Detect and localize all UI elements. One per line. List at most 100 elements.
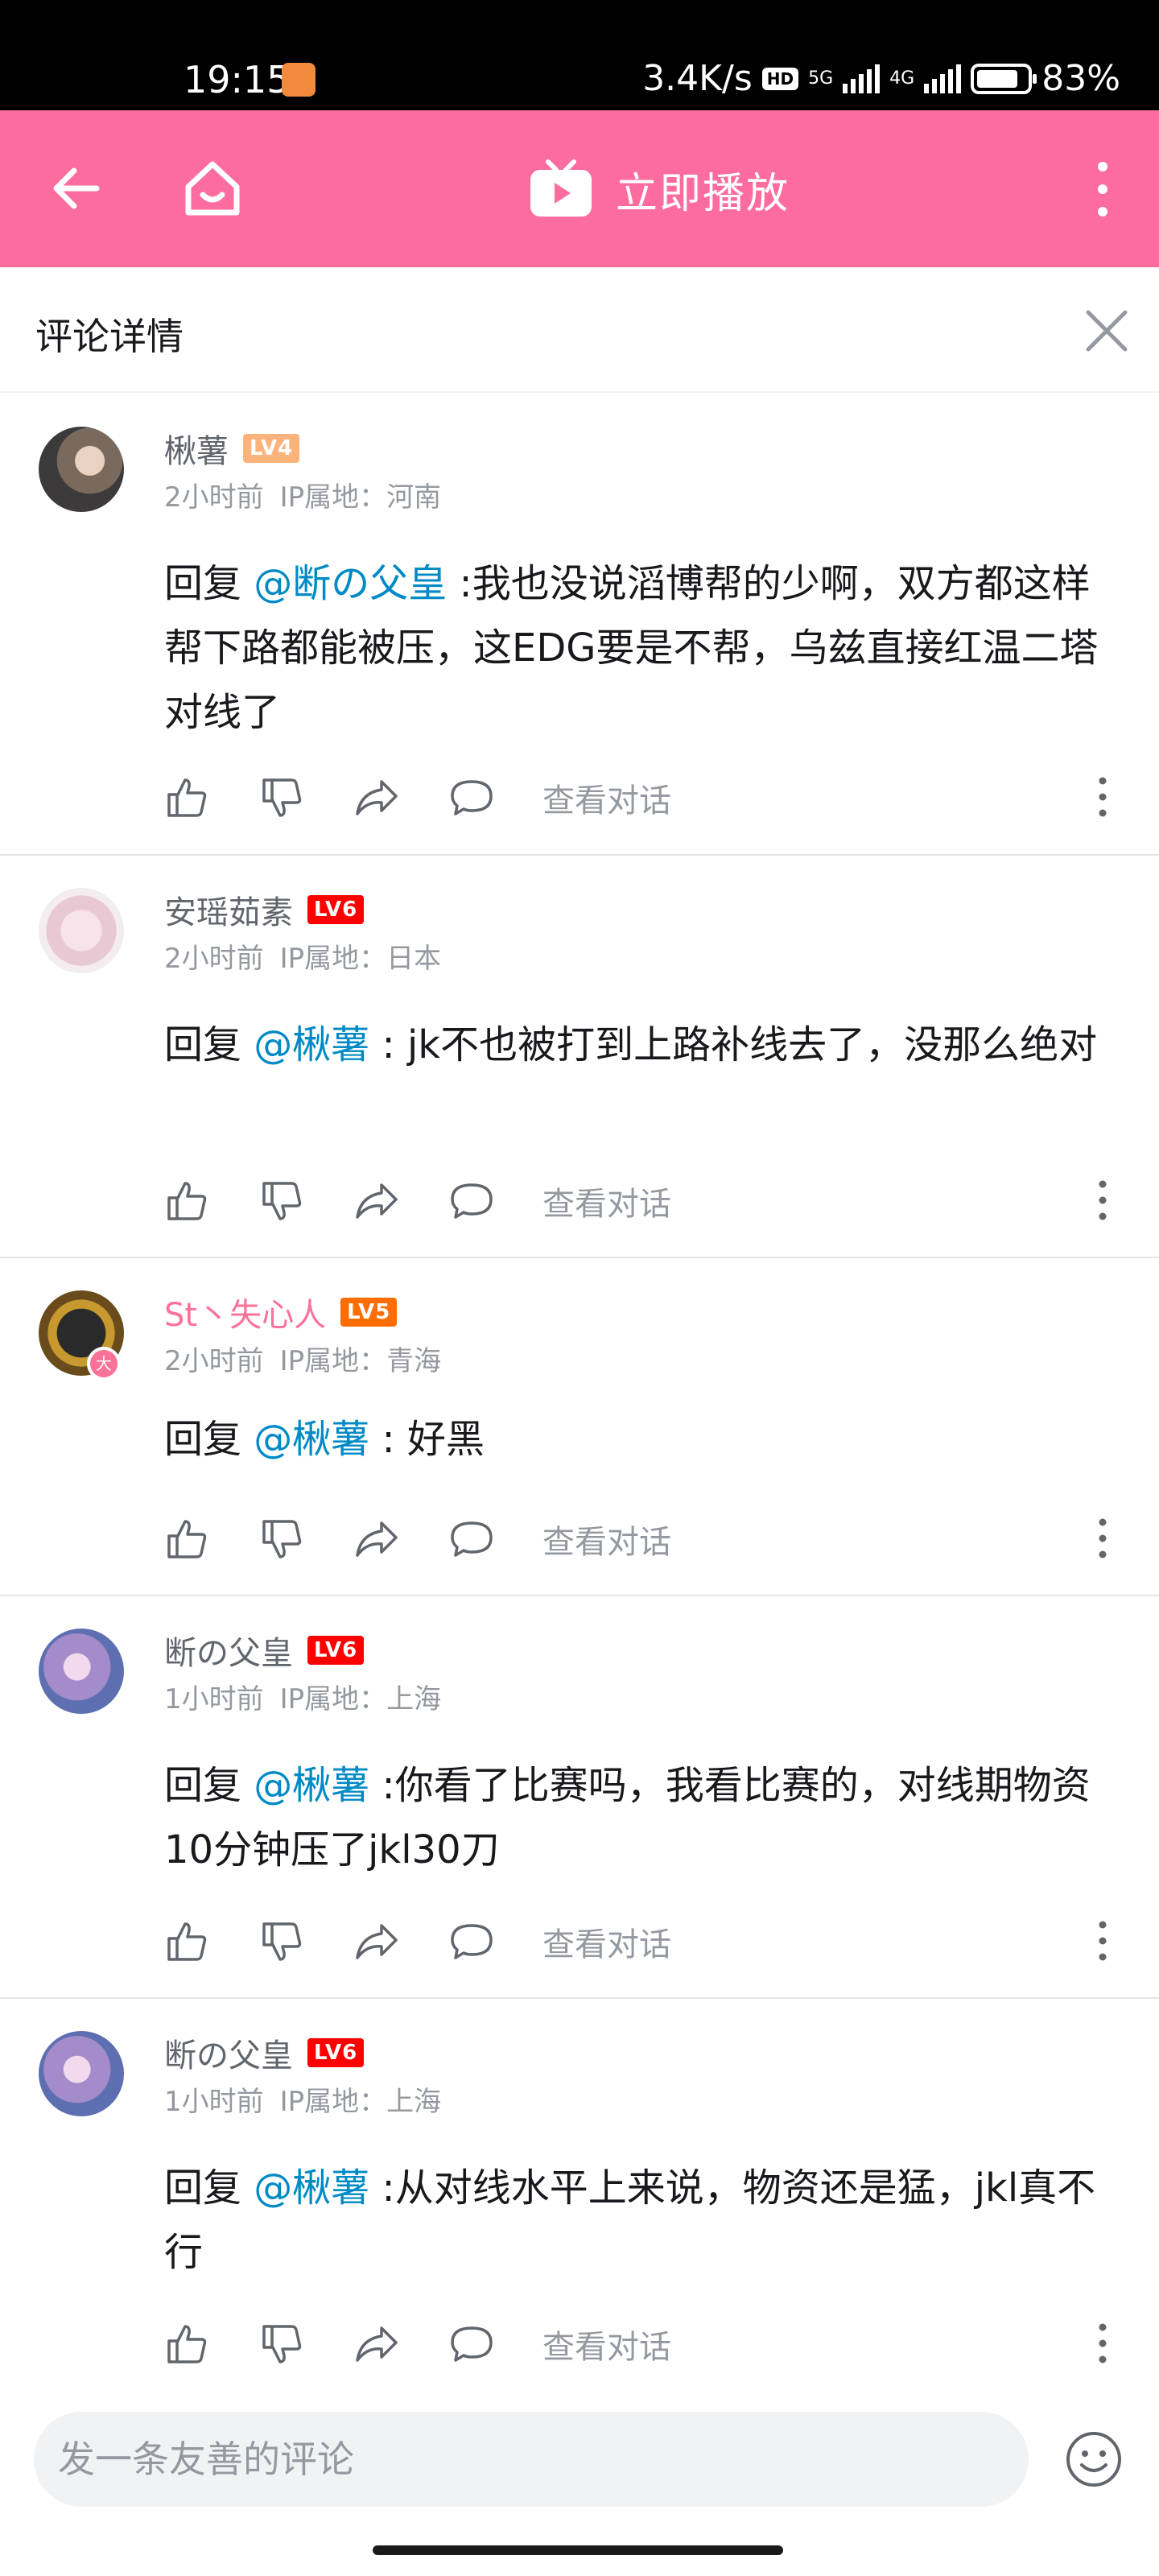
reply-button[interactable] [449,1517,494,1562]
share-button[interactable] [354,1919,399,1964]
comment-actions: 查看对话 [164,1918,671,1965]
ip-location: IP属地：上海 [279,1683,442,1715]
like-button[interactable] [164,1919,209,1964]
share-button[interactable] [354,775,399,820]
mention-link[interactable]: @楸薯 [254,1763,369,1808]
share-icon [356,1183,398,1219]
close-button[interactable] [1079,303,1135,362]
vip-badge: 大 [87,1347,121,1381]
view-dialog-link[interactable]: 查看对话 [542,1918,671,1965]
like-button[interactable] [164,1517,209,1562]
thumbs-up-icon [167,778,207,817]
mention-link[interactable]: @楸薯 [254,2165,369,2211]
like-button[interactable] [164,775,209,820]
mention-link[interactable]: @楸薯 [254,1022,369,1067]
more-vertical-icon [1099,1518,1107,1558]
reply-button[interactable] [449,2322,494,2367]
more-vertical-icon [1099,1180,1107,1220]
reply-button[interactable] [449,1919,494,1964]
comment-actions: 查看对话 [164,2321,671,2368]
comment-time: 1小时前 [164,2086,264,2118]
comment-more-button[interactable] [1092,774,1113,819]
username[interactable]: 楸薯 [164,425,229,472]
comment-item: 断の父皇 LV6 1小时前 IP属地：上海 回复 @楸薯 :你看了比赛吗，我看比赛… [0,1596,1159,1999]
comment-more-button[interactable] [1092,1918,1113,1963]
like-button[interactable] [164,2322,209,2367]
username[interactable]: St丶失心人 [164,1289,326,1335]
comment-actions: 查看对话 [164,1178,671,1224]
home-button[interactable] [179,155,246,222]
username[interactable]: 安瑶茹素 [164,886,293,933]
view-dialog-link[interactable]: 查看对话 [542,774,671,821]
level-badge: LV6 [307,2038,365,2067]
battery-percent: 83% [1041,58,1120,99]
emoji-icon [1066,2432,1121,2487]
dislike-button[interactable] [259,775,304,820]
top-bar: 立即播放 [0,110,1159,267]
comment-content: 回复 @楸薯 : 好黑 [164,1407,1114,1472]
share-icon [356,780,398,815]
avatar[interactable] [39,888,124,973]
more-vertical-icon [1099,1921,1107,1961]
play-now-button[interactable]: 立即播放 [527,159,790,220]
view-dialog-link[interactable]: 查看对话 [542,1178,671,1224]
share-icon [356,1521,398,1557]
view-dialog-link[interactable]: 查看对话 [542,2321,671,2368]
back-button[interactable] [48,160,105,217]
comment-input[interactable] [34,2412,1029,2507]
thumbs-up-icon [167,1182,207,1220]
dislike-button[interactable] [259,1517,304,1562]
comment-icon [451,1521,493,1557]
reply-button[interactable] [449,775,494,820]
dislike-button[interactable] [259,1179,304,1224]
battery-icon [971,63,1037,94]
level-badge: LV6 [307,895,365,924]
more-vertical-icon [1099,2323,1107,2363]
play-now-label: 立即播放 [616,169,790,218]
avatar[interactable] [39,2031,124,2116]
dislike-button[interactable] [259,1919,304,1964]
comment-meta: 2小时前 IP属地：青海 [164,1339,441,1378]
comment-icon [451,780,493,815]
share-button[interactable] [354,2322,399,2367]
like-button[interactable] [164,1179,209,1224]
level-badge: LV4 [243,434,300,463]
comment-time: 2小时前 [164,1345,264,1377]
reply-prefix: 回复 [164,1763,254,1808]
signal-icon [843,64,881,93]
ip-location: IP属地：日本 [279,943,442,975]
reply-button[interactable] [449,1179,494,1224]
share-icon [356,1924,398,1959]
share-button[interactable] [354,1517,399,1562]
comment-meta: 1小时前 IP属地：上海 [164,2079,441,2119]
avatar[interactable] [39,1629,124,1714]
username[interactable]: 断の父皇 [164,1627,293,1674]
mention-link[interactable]: @楸薯 [254,1417,369,1462]
page-title: 评论详情 [35,315,184,358]
view-dialog-link[interactable]: 查看对话 [542,1516,671,1563]
thumbs-up-icon [167,1922,207,1961]
share-icon [356,2326,398,2362]
dislike-button[interactable] [259,2322,304,2367]
more-options-button[interactable] [1087,157,1119,221]
emoji-button[interactable] [1064,2429,1124,2489]
level-badge: LV5 [340,1298,398,1327]
ip-location: IP属地：青海 [279,1345,442,1377]
comment-meta: 2小时前 IP属地：河南 [164,475,441,514]
home-indicator[interactable] [373,2545,783,2555]
comment-more-button[interactable] [1092,1178,1113,1223]
comment-time: 2小时前 [164,481,264,514]
mention-link[interactable]: @断の父皇 [254,561,447,606]
comment-more-button[interactable] [1092,1516,1113,1561]
arrow-left-icon [53,167,100,209]
comment-item: 大 St丶失心人 LV5 2小时前 IP属地：青海 回复 @楸薯 : 好黑 查看对… [0,1258,1159,1596]
comment-content: 回复 @楸薯 :你看了比赛吗，我看比赛的，对线期物资10分钟压了jkl30刀 [164,1753,1114,1882]
avatar[interactable] [39,427,124,512]
username[interactable]: 断の父皇 [164,2029,293,2076]
comment-more-button[interactable] [1092,2321,1113,2366]
comment-item: 楸薯 LV4 2小时前 IP属地：河南 回复 @断の父皇 :我也没说滔博帮的少啊，… [0,394,1159,856]
network-type-5g: 5G [808,68,834,89]
share-button[interactable] [354,1179,399,1224]
signal-icon [924,64,962,93]
comment-text: : 好黑 [369,1417,485,1462]
